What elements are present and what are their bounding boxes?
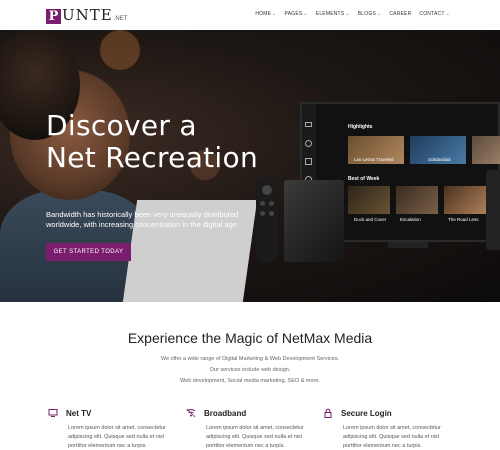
- nav-label: CONTACT: [419, 11, 445, 17]
- streaming-box: [284, 180, 344, 262]
- tv-remote: [256, 177, 278, 262]
- broadband-icon: [186, 408, 196, 418]
- site-header: P UNTE .NET HOME ⌄ PAGES ⌄ ELEMENTS ⌄ BLOGS…: [0, 0, 500, 30]
- nav-item-pages[interactable]: PAGES ⌄: [285, 11, 308, 17]
- remote-button: [260, 211, 265, 216]
- tv-icon: [305, 122, 312, 127]
- hero-title-line2: Net Recreation: [46, 141, 258, 174]
- tv-stand: [388, 242, 428, 248]
- hero-title: Discover a Net Recreation: [46, 110, 258, 174]
- nav-item-blogs[interactable]: BLOGS ⌄: [358, 11, 382, 17]
- feature-text: Lorem ipsum dolor sit amet, consectetur …: [206, 425, 304, 449]
- nav-label: HOME: [255, 11, 272, 17]
- tv-thumbnail: [396, 186, 438, 214]
- nav-label: BLOGS: [357, 11, 376, 17]
- film-icon: [305, 158, 312, 165]
- logo-letter: P: [46, 9, 61, 24]
- feature-net-tv: Net TV Lorem ipsum dolor sit amet, conse…: [48, 408, 178, 450]
- tv-thumb-caption: Duck and Cover: [354, 217, 387, 222]
- nav-label: PAGES: [284, 11, 303, 17]
- chevron-down-icon: ⌄: [445, 11, 450, 17]
- nav-item-elements[interactable]: ELEMENTS ⌄: [316, 11, 350, 17]
- lock-icon: [323, 408, 333, 418]
- tv-thumbnail: [444, 186, 486, 214]
- tv-thumbnail: [472, 136, 500, 164]
- section-description-line: Web development, Social media marketing,…: [180, 378, 320, 384]
- remote-dpad: [262, 185, 272, 195]
- search-icon: [305, 140, 312, 147]
- main-nav: HOME ⌄ PAGES ⌄ ELEMENTS ⌄ BLOGS ⌄ CAREER CON…: [255, 11, 450, 17]
- chevron-down-icon: ⌄: [272, 11, 277, 17]
- feature-secure-login: Secure Login Lorem ipsum dolor sit amet,…: [323, 408, 453, 450]
- section-title: Experience the Magic of NetMax Media: [127, 330, 373, 346]
- hero-title-line1: Discover a: [46, 109, 197, 142]
- nav-label: CAREER: [389, 11, 412, 17]
- feature-title: Secure Login: [341, 408, 392, 418]
- feature-title: Net TV: [66, 408, 92, 418]
- tv-thumbnail: [348, 186, 390, 214]
- remote-button: [269, 211, 274, 216]
- nav-label: ELEMENTS: [315, 11, 345, 17]
- nav-item-contact[interactable]: CONTACT ⌄: [419, 11, 450, 17]
- hero-banner: Highlights Las Letras Traveled Solidarid…: [0, 30, 500, 302]
- feature-title: Broadband: [204, 408, 247, 418]
- nav-item-career[interactable]: CAREER: [389, 11, 411, 17]
- nav-item-home[interactable]: HOME ⌄: [255, 11, 276, 17]
- hero-phone: [486, 170, 500, 250]
- tv-thumb-caption: Solidaridad: [428, 157, 451, 162]
- tv-highlights-label: Highlights: [348, 124, 373, 130]
- remote-button: [260, 201, 265, 206]
- chevron-down-icon: ⌄: [345, 11, 350, 17]
- bokeh-light: [100, 30, 140, 70]
- tv-thumb-caption: The Road Less: [448, 217, 479, 222]
- logo-text: UNTE: [62, 6, 113, 24]
- get-started-button[interactable]: GET STARTED TODAY: [46, 243, 131, 261]
- chevron-down-icon: ⌄: [376, 11, 382, 17]
- monitor-icon: [48, 408, 58, 418]
- hero-subtitle: Bandwidth has historically been very une…: [46, 210, 239, 229]
- tv-thumb-caption: Las Letras Traveled: [354, 157, 394, 162]
- tv-thumb-caption: Escalation: [400, 217, 421, 222]
- feature-text: Lorem ipsum dolor sit amet, consectetur …: [343, 425, 441, 449]
- logo-tld: .NET: [113, 16, 128, 22]
- section-description-line: We offer a wide range of Digital Marketi…: [160, 356, 340, 362]
- tv-bestweek-label: Best of Week: [348, 176, 380, 182]
- feature-broadband: Broadband Lorem ipsum dolor sit amet, co…: [186, 408, 316, 450]
- chevron-down-icon: ⌄: [303, 11, 308, 17]
- remote-button: [269, 201, 274, 206]
- brand-logo[interactable]: P UNTE .NET: [46, 6, 127, 24]
- feature-text: Lorem ipsum dolor sit amet, consectetur …: [68, 425, 166, 449]
- section-description-line: Our services include web design,: [209, 367, 291, 373]
